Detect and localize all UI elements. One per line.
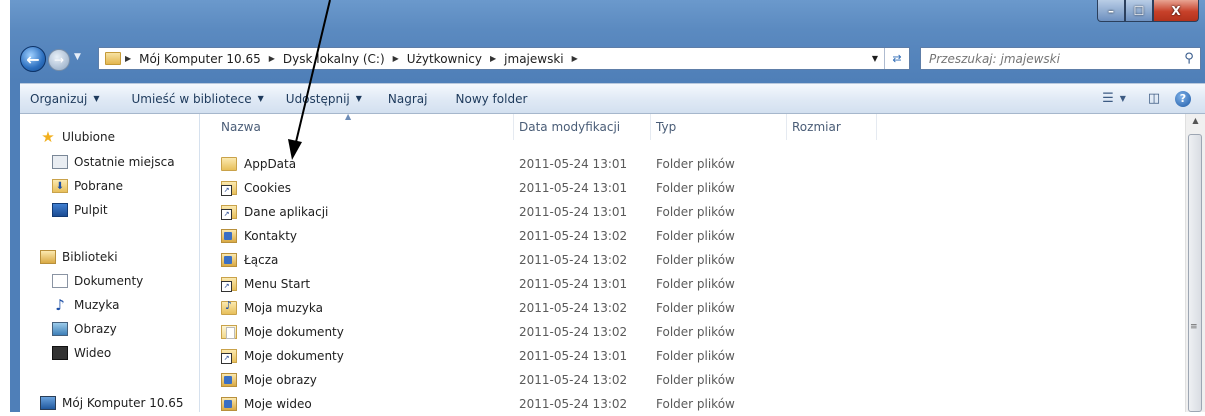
- annotation-arrow: [288, 0, 331, 160]
